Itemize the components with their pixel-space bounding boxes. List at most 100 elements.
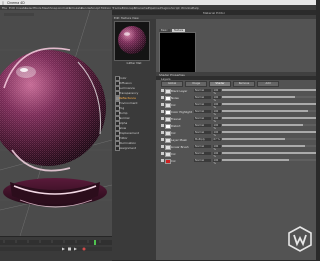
macos-menu-item-app[interactable]: Cinema 4D xyxy=(7,1,25,5)
timeline[interactable] xyxy=(0,236,112,261)
layer-visibility-checkbox[interactable] xyxy=(161,89,164,92)
layer-blend-mode[interactable]: Normal xyxy=(194,88,211,92)
layer-visibility-checkbox[interactable] xyxy=(161,131,164,134)
layer-blend-mode[interactable]: Normal xyxy=(194,102,211,106)
layer-opacity-field[interactable]: 100 % xyxy=(213,151,221,158)
play-icon[interactable] xyxy=(62,247,65,251)
texture-preview[interactable] xyxy=(159,32,196,74)
layer-blend-mode[interactable]: Normal xyxy=(194,158,211,162)
channel-item[interactable]: Assignment xyxy=(115,145,155,151)
viewport-render xyxy=(0,10,112,236)
layer-row[interactable]: Linear Brush Normal 100 % xyxy=(156,143,316,151)
layer-opacity-fill xyxy=(222,145,305,147)
layer-opacity-fill xyxy=(222,124,303,126)
timeline-ticks xyxy=(3,240,101,245)
layer-opacity-field[interactable]: 100 % xyxy=(213,88,221,95)
layer-row[interactable]: Color Highlight Normal 100 % xyxy=(156,108,316,116)
layer-name: Col xyxy=(171,151,176,156)
record-icon[interactable] xyxy=(82,247,86,251)
layer-visibility-checkbox[interactable] xyxy=(161,138,164,141)
layer-opacity-field[interactable]: 100 % xyxy=(213,109,221,116)
layer-name: Distort xyxy=(171,123,181,128)
layer-opacity-field[interactable]: 100 % xyxy=(213,158,221,165)
layer-opacity-fill xyxy=(222,117,316,119)
layer-visibility-checkbox[interactable] xyxy=(161,159,164,162)
layer-name: Fresnel xyxy=(171,116,181,121)
layer-opacity-field[interactable]: 100 % xyxy=(213,95,221,102)
layer-visibility-checkbox[interactable] xyxy=(161,110,164,113)
layer-visibility-checkbox[interactable] xyxy=(161,124,164,127)
layer-opacity-slider[interactable] xyxy=(222,159,316,161)
layer-blend-mode[interactable]: Normal xyxy=(194,123,211,127)
layer-opacity-field[interactable]: 67 % xyxy=(213,137,221,141)
layer-blend-mode[interactable]: Normal xyxy=(194,151,211,155)
watermark-logo xyxy=(288,226,312,252)
layer-opacity-slider[interactable] xyxy=(222,117,316,119)
layer-name: Color Highlight xyxy=(171,109,192,114)
layer-opacity-field[interactable]: 100 % xyxy=(213,123,221,130)
layer-tabs: Global Image Shader Remove Add xyxy=(156,81,316,87)
layer-row[interactable]: Black Layer Normal 100 % xyxy=(156,87,316,95)
next-frame-icon[interactable] xyxy=(74,247,77,251)
layer-row[interactable]: Fresnel Normal 100 % xyxy=(156,115,316,123)
layers-section-title: Layers xyxy=(161,76,171,81)
layer-blend-mode[interactable]: Normal xyxy=(194,109,211,113)
layer-name: Linear Brush xyxy=(171,144,189,149)
playhead[interactable] xyxy=(94,240,96,245)
material-name: Glitter Mat xyxy=(126,61,142,65)
layer-row[interactable]: Layer Mask Multiply 67 % xyxy=(156,136,316,143)
layer-opacity-slider[interactable] xyxy=(222,110,316,112)
stop-icon[interactable] xyxy=(68,247,71,251)
channel-label: Assignment xyxy=(119,145,137,150)
layers-section[interactable]: Layers xyxy=(156,76,316,81)
layer-opacity-fill xyxy=(222,110,309,112)
layer-opacity-fill xyxy=(222,131,316,133)
apple-icon[interactable]:  xyxy=(2,1,4,5)
layer-opacity-fill xyxy=(222,96,296,98)
viewport-3d[interactable] xyxy=(0,10,112,236)
layer-name: Layer Mask xyxy=(171,137,187,142)
layer-name: Col xyxy=(171,130,176,135)
layer-opacity-field[interactable]: 100 % xyxy=(213,102,221,109)
layer-visibility-checkbox[interactable] xyxy=(161,96,164,99)
layer-name: Black Layer xyxy=(171,88,188,93)
layer-opacity-field[interactable]: 100 % xyxy=(213,130,221,137)
layer-visibility-checkbox[interactable] xyxy=(161,152,164,155)
layer-opacity-fill xyxy=(222,138,285,140)
layer-name: Noise xyxy=(171,95,179,100)
layer-opacity-fill xyxy=(222,152,316,154)
layer-name: Col xyxy=(171,158,176,163)
layer-row[interactable]: Col Normal 100 % xyxy=(156,157,316,165)
layer-blend-mode[interactable]: Normal xyxy=(194,116,211,120)
layer-opacity-slider[interactable] xyxy=(222,145,316,147)
layer-visibility-checkbox[interactable] xyxy=(161,145,164,148)
layer-blend-mode[interactable]: Multiply xyxy=(194,137,211,141)
layer-row[interactable]: Col Normal 100 % xyxy=(156,129,316,137)
layer-row[interactable]: Distort Normal 100 % xyxy=(156,122,316,130)
layer-opacity-fill xyxy=(222,89,316,91)
layer-blend-mode[interactable]: Normal xyxy=(194,144,211,148)
material-preview-sphere xyxy=(115,22,149,60)
layer-row[interactable]: Col Normal 100 % xyxy=(156,150,316,158)
layer-opacity-field[interactable]: 100 % xyxy=(213,144,221,151)
layer-opacity-fill xyxy=(222,103,316,105)
layer-opacity-slider[interactable] xyxy=(222,152,316,154)
layer-blend-mode[interactable]: Normal xyxy=(194,95,211,99)
layer-opacity-slider[interactable] xyxy=(222,96,316,98)
material-preview[interactable] xyxy=(114,21,150,61)
layer-opacity-fill xyxy=(222,159,289,161)
layer-opacity-slider[interactable] xyxy=(222,89,316,91)
layer-opacity-slider[interactable] xyxy=(222,103,316,105)
layer-row[interactable]: Noise Normal 100 % xyxy=(156,94,316,102)
layer-opacity-slider[interactable] xyxy=(222,138,316,140)
layer-name: Col xyxy=(171,102,176,107)
layer-visibility-checkbox[interactable] xyxy=(161,103,164,106)
layer-row[interactable]: Col Normal 100 % xyxy=(156,101,316,109)
layer-visibility-checkbox[interactable] xyxy=(161,117,164,120)
layer-blend-mode[interactable]: Normal xyxy=(194,130,211,134)
layer-opacity-field[interactable]: 100 % xyxy=(213,116,221,123)
layer-opacity-slider[interactable] xyxy=(222,124,316,126)
material-editor-window: Material Editor Edit Texture View Glitte… xyxy=(112,10,316,260)
playback-controls xyxy=(62,247,86,251)
layer-opacity-slider[interactable] xyxy=(222,131,316,133)
